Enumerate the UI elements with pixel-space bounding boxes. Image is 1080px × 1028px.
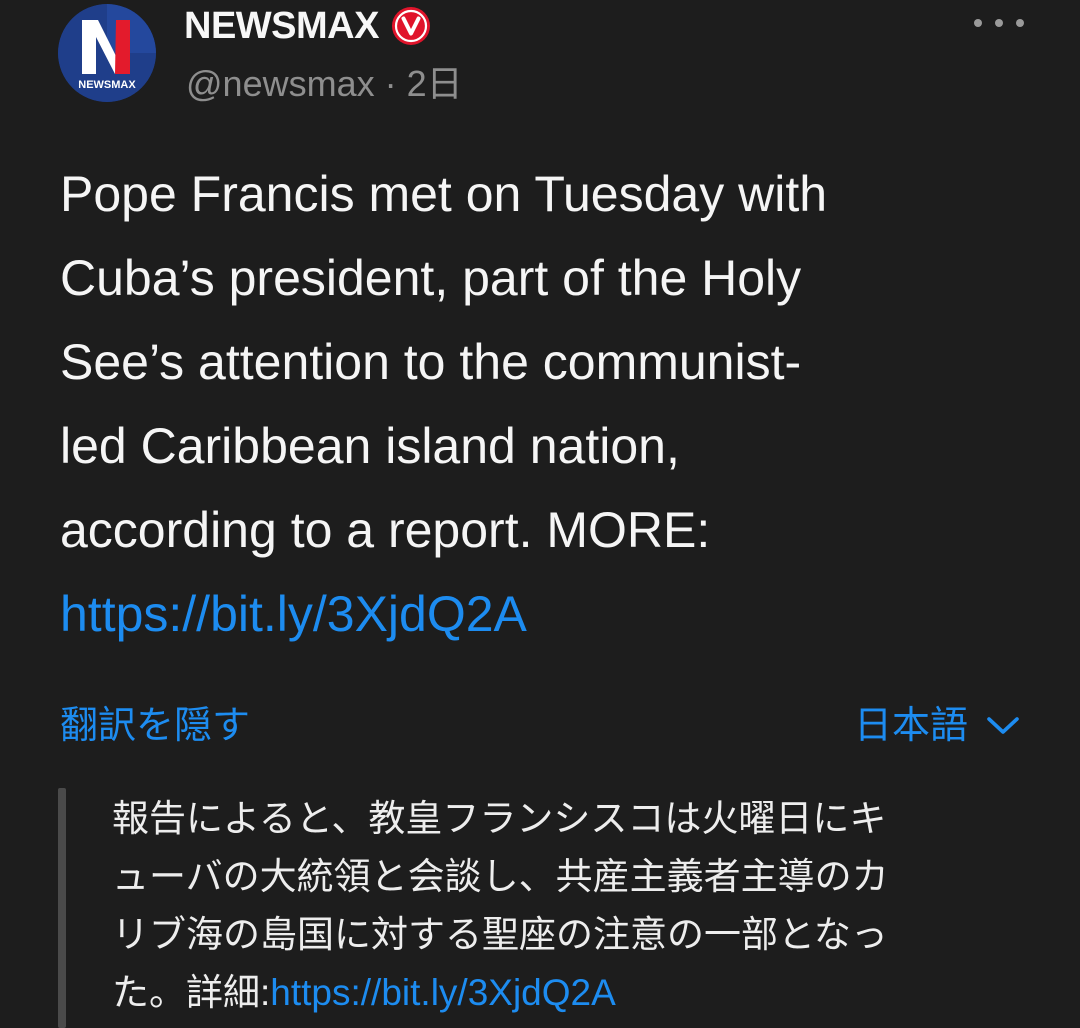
more-options-icon[interactable] [974, 6, 1024, 40]
timestamp[interactable]: 2日 [407, 63, 463, 104]
translated-link[interactable]: https://bit.ly/3XjdQ2A [270, 972, 616, 1013]
translated-text-line: リブ海の島国に対する聖座の注意の一部となっ [112, 914, 888, 955]
verified-badge-icon [391, 6, 431, 46]
translated-text-line: 報告によると、教皇フランシスコは火曜日にキ [112, 798, 887, 839]
language-select[interactable]: 日本語 [854, 702, 1020, 750]
chevron-down-icon [987, 717, 1019, 734]
tweet-text-line: See’s attention to the communist- [60, 334, 802, 390]
handle[interactable]: @newsmax [186, 63, 375, 104]
translation-quote-bar [58, 788, 66, 1028]
tweet-text: Pope Francis met on Tuesday with Cuba’s … [60, 152, 1050, 572]
dot [995, 19, 1003, 27]
tweet-link[interactable]: https://bit.ly/3XjdQ2A [60, 572, 527, 656]
tweet-text-line: Pope Francis met on Tuesday with [60, 166, 828, 222]
handle-line: @newsmax · 2日 [186, 62, 463, 106]
tweet-text-line: Cuba’s president, part of the Holy [60, 250, 802, 306]
dot [1016, 19, 1024, 27]
translated-text-prefix: た。詳細: [112, 972, 271, 1013]
translated-text: 報告によると、教皇フランシスコは火曜日にキ ューバの大統領と会談し、共産主義者主… [112, 790, 1012, 1022]
avatar[interactable]: NEWSMAX [58, 4, 156, 102]
separator: · [384, 63, 397, 104]
newsmax-logo: NEWSMAX [58, 4, 156, 102]
translated-text-line: ューバの大統領と会談し、共産主義者主導のカ [112, 856, 889, 897]
tweet-text-line: led Caribbean island nation, [60, 418, 680, 474]
display-name[interactable]: NEWSMAX [184, 6, 379, 46]
language-label: 日本語 [853, 705, 968, 747]
author-header: NEWSMAX [184, 6, 431, 46]
dot [974, 19, 982, 27]
tweet-text-line: according to a report. MORE: [60, 502, 711, 558]
translated-text-last-line: た。詳細:https://bit.ly/3XjdQ2A [112, 964, 1012, 1022]
avatar-logo-text: NEWSMAX [78, 79, 136, 91]
hide-translation-button[interactable]: 翻訳を隠す [60, 702, 250, 750]
